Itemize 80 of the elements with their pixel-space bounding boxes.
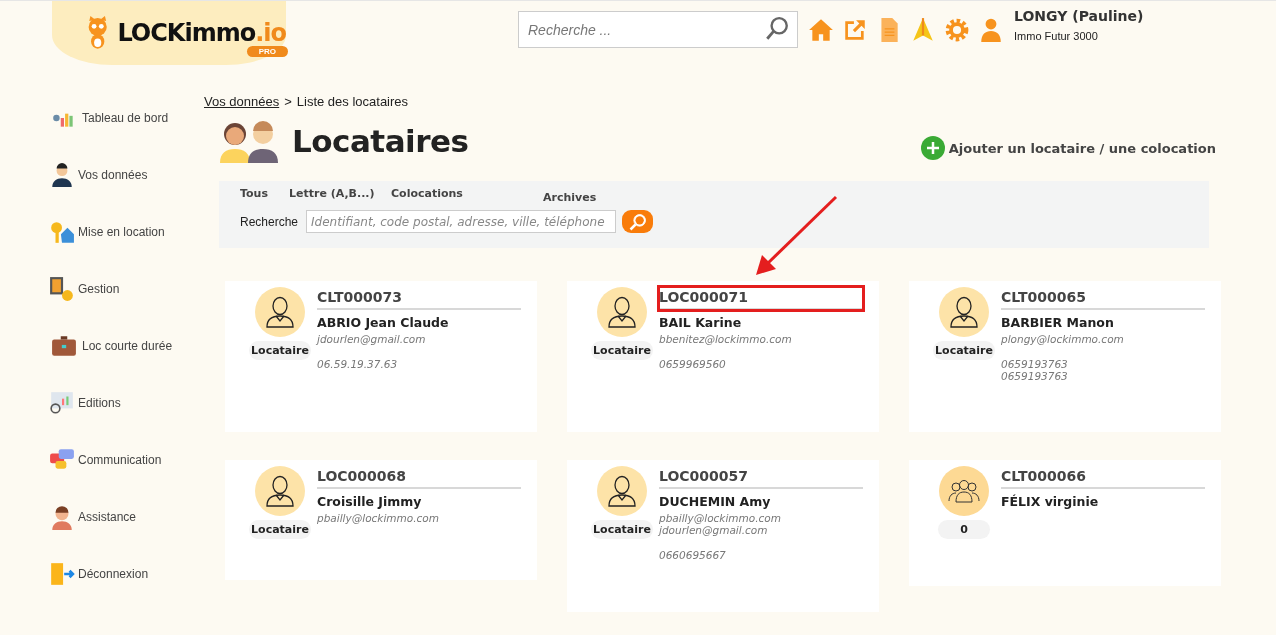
breadcrumb-link[interactable]: Vos données — [204, 93, 280, 109]
tenant-card[interactable]: Locataire LOC000068 Croisille Jimmy pbailly@lockimmo.com — [225, 460, 537, 580]
sidebar-item[interactable]: Vos données — [49, 146, 204, 203]
filter-tab[interactable]: Colocations — [391, 187, 543, 200]
tenant-card[interactable]: Locataire LOC000057 DUCHEMIN Amy pbailly@lockimmo.com jdourlen@gmail.com 0660695667 — [567, 460, 879, 612]
sidebar-item[interactable]: Tableau de bord — [49, 89, 204, 146]
search-label: Recherche — [240, 214, 299, 229]
tenant-id: CLT000073 — [317, 287, 521, 310]
search-icon — [627, 211, 648, 232]
tenant-card[interactable]: 0 CLT000066 FÉLIX virginie — [909, 460, 1221, 586]
paper-plane-icon — [910, 17, 936, 43]
add-tenant-button[interactable]: Ajouter un locataire / une colocation — [920, 136, 1216, 160]
count-badge: 0 — [938, 520, 990, 539]
logo-badge: PRO — [246, 46, 288, 57]
sidebar-item[interactable]: Déconnexion — [49, 545, 204, 602]
person-outline-icon — [265, 475, 295, 507]
phone-text: 0659969560 — [659, 358, 727, 370]
search-icon — [764, 16, 790, 42]
email-text: plongy@lockimmo.com — [1001, 333, 1125, 345]
tenant-search-field[interactable]: Identifiant, code postal, adresse, ville, téléphone — [306, 210, 617, 233]
tenant-id: LOC000057 — [659, 466, 863, 489]
person-outline-icon — [265, 296, 295, 328]
role-badge: Locataire — [249, 341, 311, 360]
tenant-card[interactable]: Locataire CLT000065 BARBIER Manon plongy@lockimmo.com 0659193763 0659193763 — [909, 281, 1221, 432]
calculator-icon — [49, 275, 75, 302]
email-text: pbailly@lockimmo.com — [317, 512, 440, 524]
person-outline-icon — [607, 475, 637, 507]
breadcrumb-current: Liste des locataires — [296, 93, 409, 109]
person-outline-icon — [949, 296, 979, 328]
person-outline-icon — [607, 296, 637, 328]
tenant-name: DUCHEMIN Amy — [659, 494, 772, 509]
monitor-icon — [49, 389, 75, 416]
sidebar-item[interactable]: Editions — [49, 374, 204, 431]
tenant-name: BAIL Karine — [659, 315, 743, 330]
phone-text: 0660695667 — [659, 549, 727, 561]
sidebar-item[interactable]: Gestion — [49, 260, 204, 317]
role-badge: Locataire — [933, 341, 995, 360]
company-name: Immo Futur 3000 — [1014, 30, 1099, 42]
role-badge: Locataire — [591, 341, 653, 360]
sidebar-item[interactable]: Communication — [49, 431, 204, 488]
role-badge: Locataire — [591, 520, 653, 539]
filter-tab[interactable]: Archives — [543, 191, 623, 204]
tenant-id: LOC000071 — [659, 287, 863, 310]
phone-text: 06.59.19.37.63 — [317, 358, 399, 370]
two-people-icon — [218, 119, 280, 163]
sidebar-item[interactable]: Loc courte durée — [49, 317, 204, 374]
filter-tab[interactable]: Lettre (A,B...) — [289, 187, 391, 200]
tenant-name: FÉLIX virginie — [1001, 494, 1100, 509]
tenant-id: CLT000066 — [1001, 466, 1205, 489]
phone-text: 0659193763 — [1001, 358, 1069, 370]
email-text: bbenitez@lockimmo.com — [659, 333, 793, 345]
user-name: LONGY (Pauline) — [1014, 8, 1144, 24]
email-text: jdourlen@gmail.com — [659, 524, 769, 536]
user-icon — [978, 17, 1004, 43]
sidebar-item[interactable]: Assistance — [49, 488, 204, 545]
page-title: Locataires — [292, 123, 469, 159]
email-text: jdourlen@gmail.com — [317, 333, 427, 345]
search-input[interactable]: Recherche ... — [518, 11, 798, 48]
email-text: pbailly@lockimmo.com — [659, 512, 782, 524]
plus-circle-icon — [920, 136, 945, 160]
people-group-icon — [947, 479, 981, 503]
headset-person-icon — [49, 503, 75, 530]
filter-tab[interactable]: Tous — [240, 187, 289, 200]
tenant-id: CLT000065 — [1001, 287, 1205, 310]
tenant-name: BARBIER Manon — [1001, 315, 1115, 330]
exit-door-icon — [49, 560, 75, 587]
logo-text: LOCKimmo.io — [117, 19, 286, 47]
role-badge: Locataire — [249, 520, 311, 539]
settings-icon — [944, 17, 970, 43]
breadcrumb-separator: > — [284, 93, 292, 109]
home-icon — [808, 17, 834, 43]
phone-text: 0659193763 — [1001, 370, 1069, 382]
tenant-name: ABRIO Jean Claude — [317, 315, 450, 330]
tenant-id: LOC000068 — [317, 466, 521, 489]
tenant-name: Croisille Jimmy — [317, 494, 423, 509]
person-icon — [49, 161, 75, 188]
tenant-card[interactable]: Locataire CLT000073 ABRIO Jean Claude jdourlen@gmail.com 06.59.19.37.63 — [225, 281, 537, 432]
search-button[interactable] — [622, 210, 654, 233]
sidebar-item[interactable]: Mise en location — [49, 203, 204, 260]
external-link-icon — [842, 17, 868, 43]
